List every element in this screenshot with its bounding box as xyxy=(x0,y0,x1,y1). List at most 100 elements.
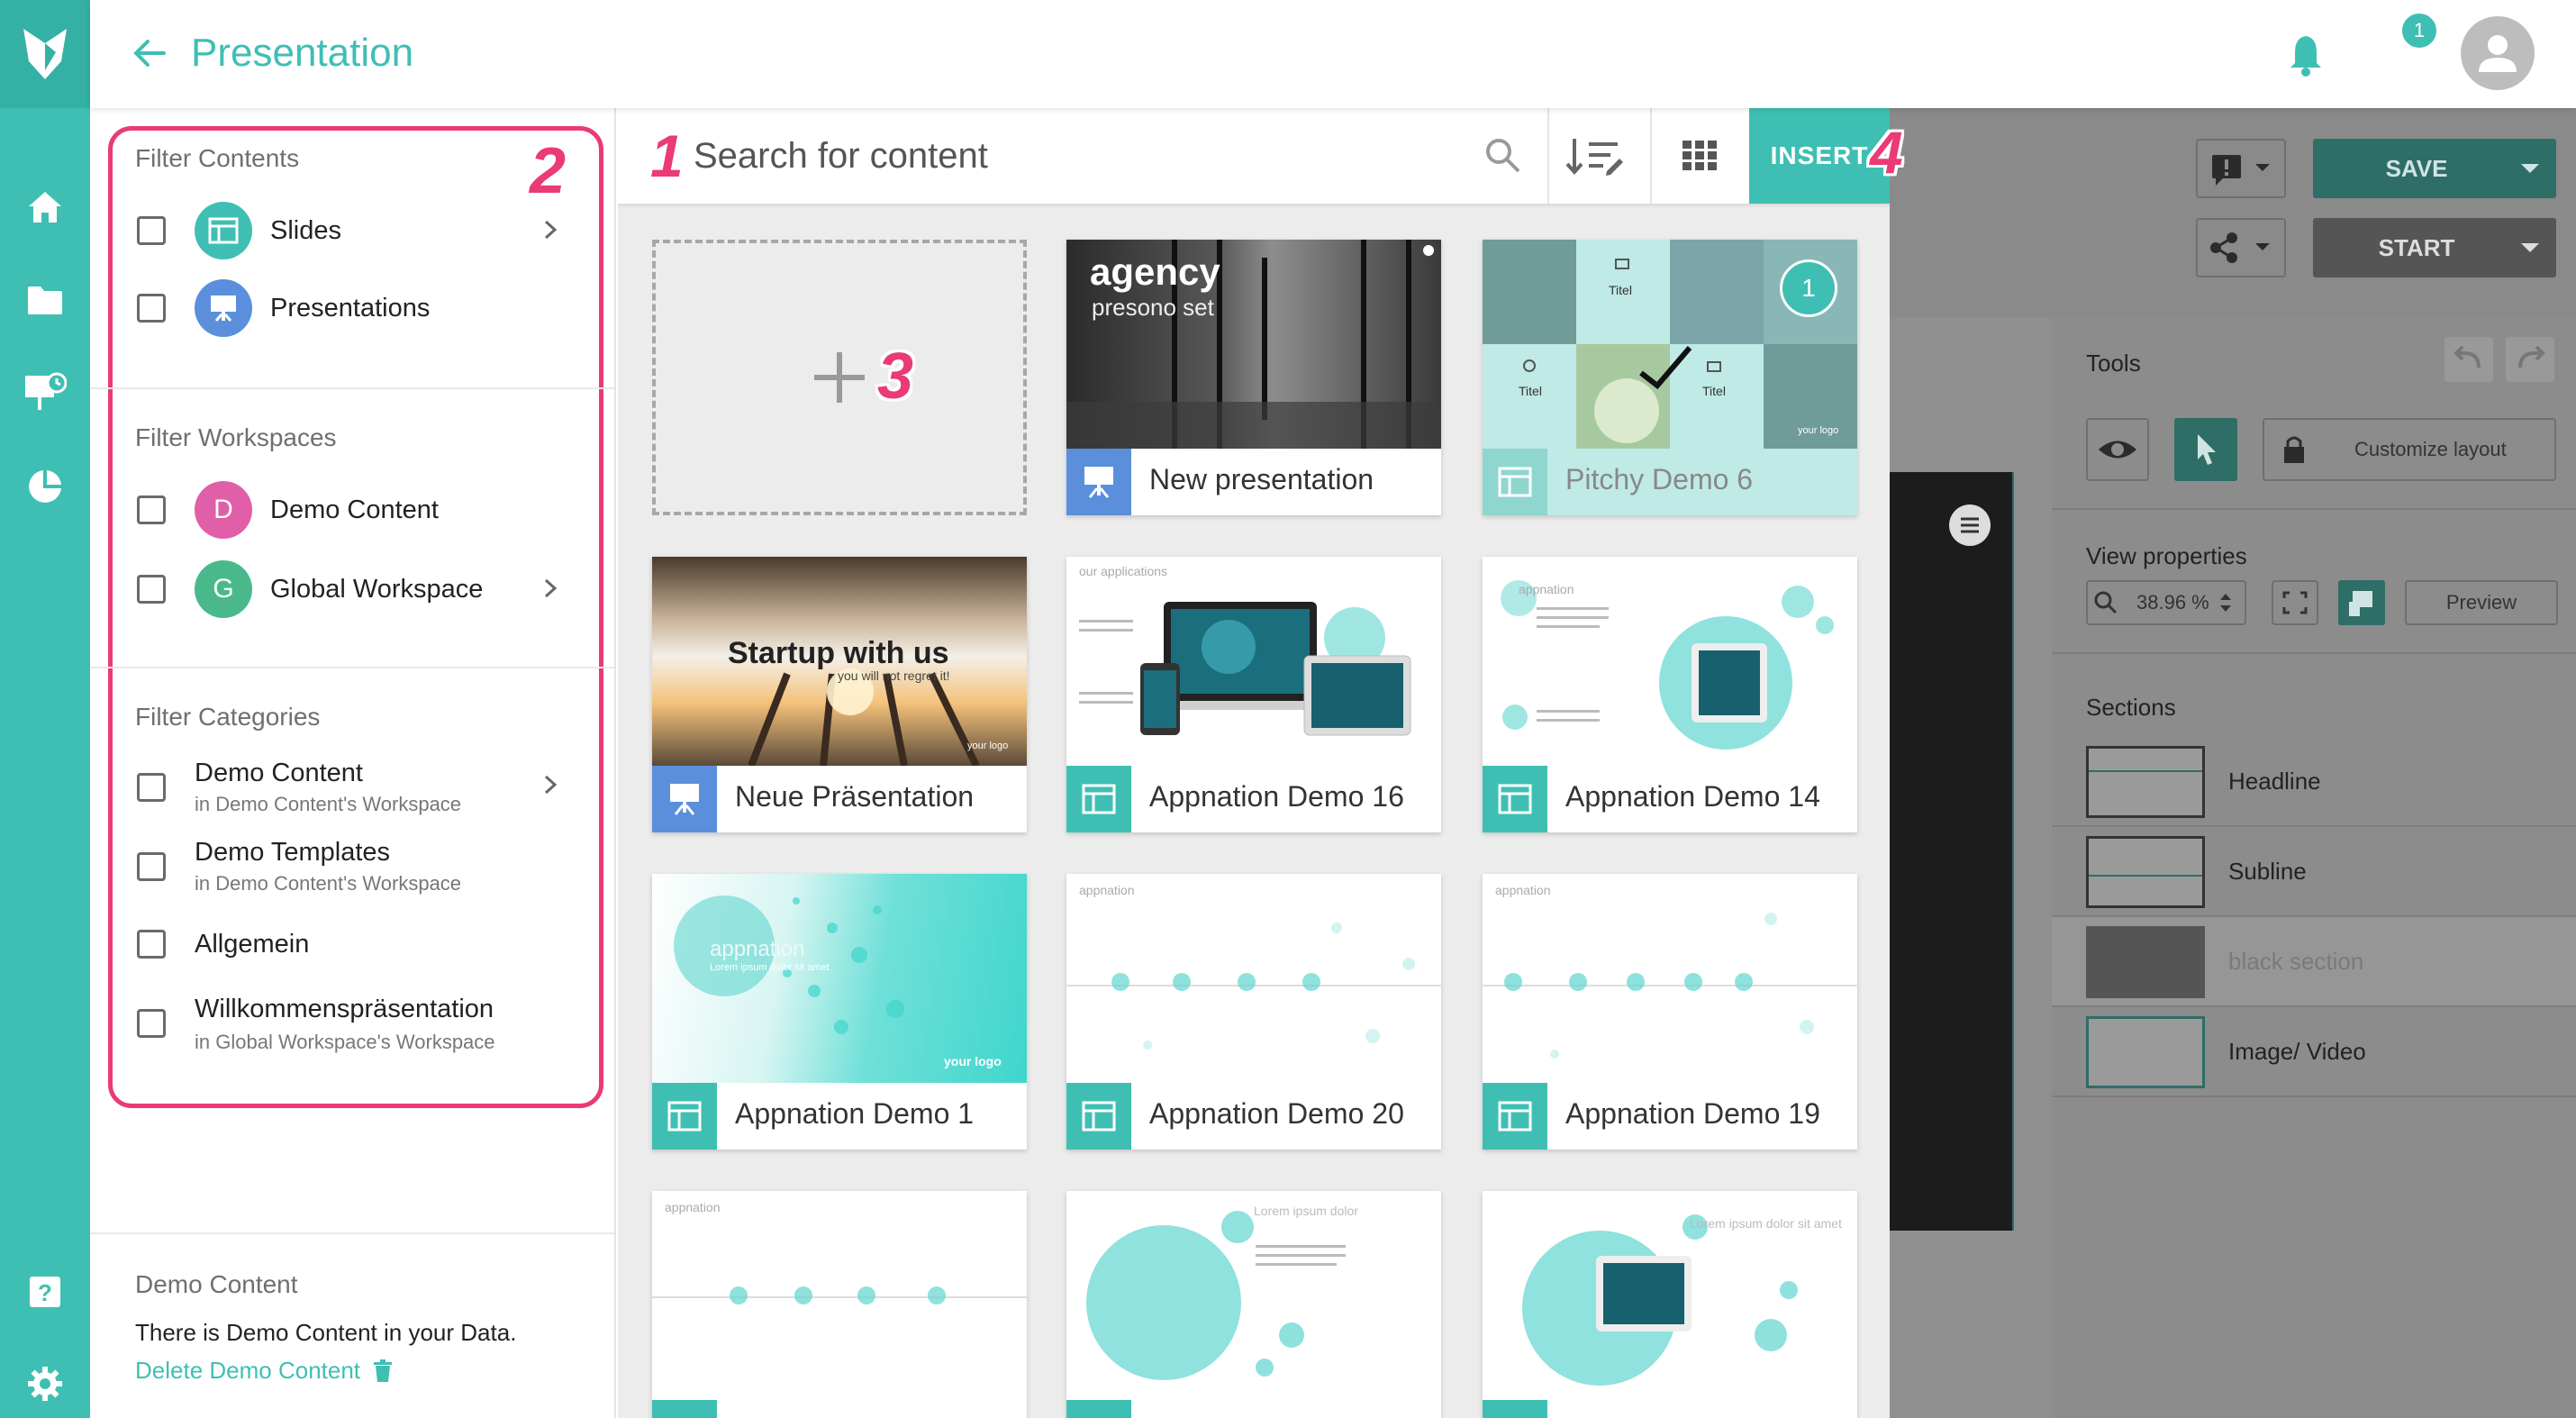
filter-workspaces-title: Filter Workspaces xyxy=(135,423,337,451)
thumb-subtitle: Lorem ipsum dolor sit amet xyxy=(710,962,830,973)
section-row[interactable]: black section xyxy=(2052,917,2576,1007)
sort-icon[interactable] xyxy=(1564,130,1627,182)
content-card[interactable]: appnation Appnation Demo 14 xyxy=(1483,557,1857,832)
comment-icon xyxy=(2212,155,2270,186)
filter-label-demo-content[interactable]: Demo Content xyxy=(270,495,439,525)
slide-icon xyxy=(1483,1400,1547,1418)
section-label: black section xyxy=(2228,948,2364,975)
app-logo[interactable] xyxy=(0,0,90,108)
chevron-right-icon[interactable] xyxy=(537,575,564,602)
section-row[interactable]: Subline xyxy=(2052,827,2576,917)
content-card[interactable]: Startup with us you will not regret it! … xyxy=(652,557,1027,832)
thumb-title: appnation xyxy=(1079,883,1135,897)
card-thumbnail: appnation xyxy=(1483,557,1857,766)
checkbox-presentations[interactable] xyxy=(137,294,166,323)
content-card[interactable]: agency presono set New presentation xyxy=(1066,240,1441,515)
select-tool-icon[interactable] xyxy=(2174,418,2237,481)
thumb-title: Lorem ipsum dolor xyxy=(1254,1204,1358,1218)
checkbox-category-willkommen[interactable] xyxy=(137,1009,166,1038)
presentation-icon[interactable] xyxy=(0,357,90,429)
card-label: Appnation Demo 1 xyxy=(735,1097,975,1130)
checkbox-slides[interactable] xyxy=(137,216,166,245)
device-icon[interactable] xyxy=(2338,580,2385,625)
card-thumbnail: our applications xyxy=(1066,557,1441,766)
slide-canvas[interactable] xyxy=(1890,472,2014,1231)
content-card[interactable]: appnation Appnation Demo 20 xyxy=(1066,874,1441,1150)
app-rail: ? xyxy=(0,0,90,1418)
start-button[interactable]: START xyxy=(2313,218,2556,277)
content-card[interactable]: Lorem ipsum dolor xyxy=(1066,1191,1441,1418)
content-card[interactable]: Lorem ipsum dolor sit amet xyxy=(1483,1191,1857,1418)
content-card[interactable]: appnation Appnation Demo 19 xyxy=(1483,874,1857,1150)
top-bar: Presentation xyxy=(90,0,2576,108)
slide-icon xyxy=(1066,1083,1131,1150)
content-card[interactable]: appnation xyxy=(652,1191,1027,1418)
content-card[interactable]: appnation Lorem ipsum dolor sit amet you… xyxy=(652,874,1027,1150)
content-card[interactable]: Titel Titel Titel your logo 1 Pitchy Dem… xyxy=(1483,240,1857,515)
grid-view-icon[interactable] xyxy=(1677,133,1722,178)
zoom-field[interactable]: 38.96 % xyxy=(2086,580,2246,625)
filter-label-slides[interactable]: Slides xyxy=(270,216,341,246)
checkbox-demo-content-workspace[interactable] xyxy=(137,495,166,524)
settings-icon[interactable] xyxy=(0,1348,90,1418)
filter-label-presentations[interactable]: Presentations xyxy=(270,294,430,323)
visibility-icon[interactable] xyxy=(2086,418,2149,481)
insert-button[interactable]: INSERT xyxy=(1749,108,1890,204)
help-icon[interactable]: ? xyxy=(0,1256,90,1328)
chevron-right-icon[interactable] xyxy=(537,771,564,798)
checkbox-category-demo-templates[interactable] xyxy=(137,852,166,881)
undo-icon[interactable] xyxy=(2444,337,2493,382)
checkbox-category-demo-content[interactable] xyxy=(137,773,166,802)
presentation-icon xyxy=(1066,449,1131,515)
delete-demo-content-link[interactable]: Delete Demo Content xyxy=(135,1357,393,1385)
divider xyxy=(90,1232,614,1234)
card-label: Pitchy Demo 6 xyxy=(1565,463,1754,495)
page-title: Presentation xyxy=(191,31,414,75)
fit-screen-icon[interactable] xyxy=(2272,580,2318,625)
comment-button[interactable] xyxy=(2196,139,2286,198)
checkbox-global-workspace[interactable] xyxy=(137,575,166,604)
search-input[interactable] xyxy=(694,130,1378,182)
folder-icon[interactable] xyxy=(0,264,90,336)
category-label[interactable]: Allgemein xyxy=(195,930,309,959)
section-row[interactable]: Headline xyxy=(2052,737,2576,827)
category-label[interactable]: Willkommenspräsentation xyxy=(195,995,494,1024)
category-label[interactable]: Demo Content xyxy=(195,759,363,788)
delete-demo-label[interactable]: Delete Demo Content xyxy=(135,1357,360,1385)
back-arrow-icon[interactable] xyxy=(128,31,173,76)
customize-layout-button[interactable]: Customize layout xyxy=(2263,418,2556,481)
menu-icon[interactable] xyxy=(1949,504,1991,546)
search-icon[interactable] xyxy=(1483,135,1524,177)
filter-sidebar: Filter Contents Slides Presentations Fil… xyxy=(90,108,616,1418)
thumb-title: appnation xyxy=(1519,582,1574,596)
presentation-icon xyxy=(195,279,252,337)
filter-label-global-workspace[interactable]: Global Workspace xyxy=(270,575,483,604)
preview-button[interactable]: Preview xyxy=(2405,580,2558,625)
separator xyxy=(1650,108,1652,204)
chevron-right-icon[interactable] xyxy=(537,216,564,243)
save-button[interactable]: SAVE xyxy=(2313,139,2556,198)
stepper-icon[interactable] xyxy=(2217,589,2235,616)
callout-number: 3 xyxy=(877,341,914,413)
section-row[interactable]: Image/ Video xyxy=(2052,1007,2576,1097)
thumb-title: Lorem ipsum dolor sit amet xyxy=(1690,1216,1842,1231)
card-label: Appnation Demo 16 xyxy=(1149,780,1404,813)
card-thumbnail: Lorem ipsum dolor sit amet xyxy=(1483,1191,1857,1400)
new-content-button[interactable] xyxy=(652,240,1027,515)
redo-icon[interactable] xyxy=(2506,337,2554,382)
user-avatar[interactable] xyxy=(2461,16,2535,90)
filter-contents-title: Filter Contents xyxy=(135,144,300,172)
content-card[interactable]: our applications Appnation Demo 16 xyxy=(1066,557,1441,832)
section-thumbnail xyxy=(2086,926,2205,998)
checkbox-category-allgemein[interactable] xyxy=(137,930,166,959)
card-thumbnail: Lorem ipsum dolor xyxy=(1066,1191,1441,1400)
card-thumbnail: Startup with us you will not regret it! … xyxy=(652,557,1027,766)
pie-chart-icon[interactable] xyxy=(0,450,90,523)
notification-bell-icon[interactable] xyxy=(2279,27,2333,81)
home-icon[interactable] xyxy=(0,171,90,243)
svg-text:?: ? xyxy=(38,1279,52,1306)
section-thumbnail xyxy=(2086,746,2205,818)
category-label[interactable]: Demo Templates xyxy=(195,838,390,868)
share-button[interactable] xyxy=(2196,218,2286,277)
slide-icon xyxy=(652,1400,717,1418)
